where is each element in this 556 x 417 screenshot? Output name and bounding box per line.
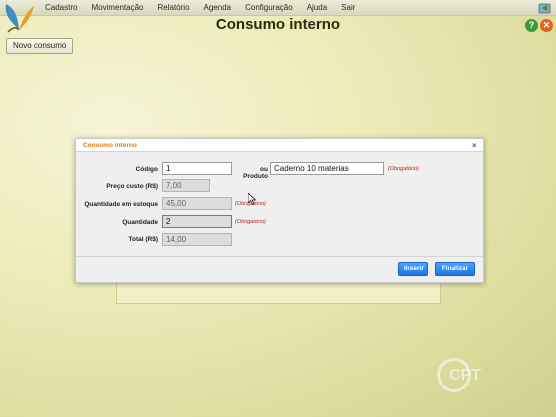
- watermark-logo: CPT: [437, 358, 497, 398]
- codigo-label: Código: [135, 166, 158, 173]
- produto-field[interactable]: Caderno 10 materias: [270, 162, 384, 175]
- preco-field: 7,00: [162, 179, 210, 192]
- consumption-dialog: Consumo interno × Código 1 ou Produto Ca…: [75, 138, 484, 283]
- mouse-cursor: [248, 193, 256, 205]
- dialog-header: Consumo interno ×: [76, 139, 483, 152]
- menu-agenda[interactable]: Agenda: [197, 3, 239, 12]
- quantidade-required: (Obrigatório): [235, 219, 266, 225]
- close-icon[interactable]: ✕: [540, 19, 553, 32]
- menu-configuracao[interactable]: Configuração: [238, 3, 300, 12]
- menu-sair[interactable]: Sair: [334, 3, 362, 12]
- menu-cadastro[interactable]: Cadastro: [38, 3, 84, 12]
- refresh-icon[interactable]: [538, 2, 551, 14]
- produto-label: ou Produto: [243, 166, 268, 180]
- finish-button[interactable]: Finalizar: [435, 262, 475, 276]
- dialog-close-icon[interactable]: ×: [472, 141, 477, 150]
- estoque-field: 45,00: [162, 197, 232, 210]
- total-label: Total (R$): [128, 236, 159, 243]
- insert-button[interactable]: Inserir: [398, 262, 428, 276]
- estoque-label: Quantidade em estoque: [84, 201, 158, 208]
- dialog-footer-divider: [76, 256, 483, 257]
- codigo-field[interactable]: 1: [162, 162, 232, 175]
- dialog-title: Consumo interno: [83, 142, 137, 149]
- main-menu: Cadastro Movimentação Relatório Agenda C…: [38, 3, 362, 12]
- quantidade-field[interactable]: 2: [162, 215, 232, 228]
- new-consumption-button[interactable]: Novo consumo: [6, 38, 74, 54]
- preco-label: Preço custo (R$): [106, 183, 158, 190]
- menu-movimentacao[interactable]: Movimentação: [84, 3, 150, 12]
- produto-required: (Obrigatório): [388, 166, 419, 172]
- total-field: 14,00: [162, 233, 232, 246]
- quantidade-label: Quantidade: [122, 219, 158, 226]
- help-icon[interactable]: ?: [525, 19, 538, 32]
- page-title: Consumo interno: [215, 16, 341, 33]
- menu-ajuda[interactable]: Ajuda: [300, 3, 334, 12]
- menu-relatorio[interactable]: Relatório: [151, 3, 197, 12]
